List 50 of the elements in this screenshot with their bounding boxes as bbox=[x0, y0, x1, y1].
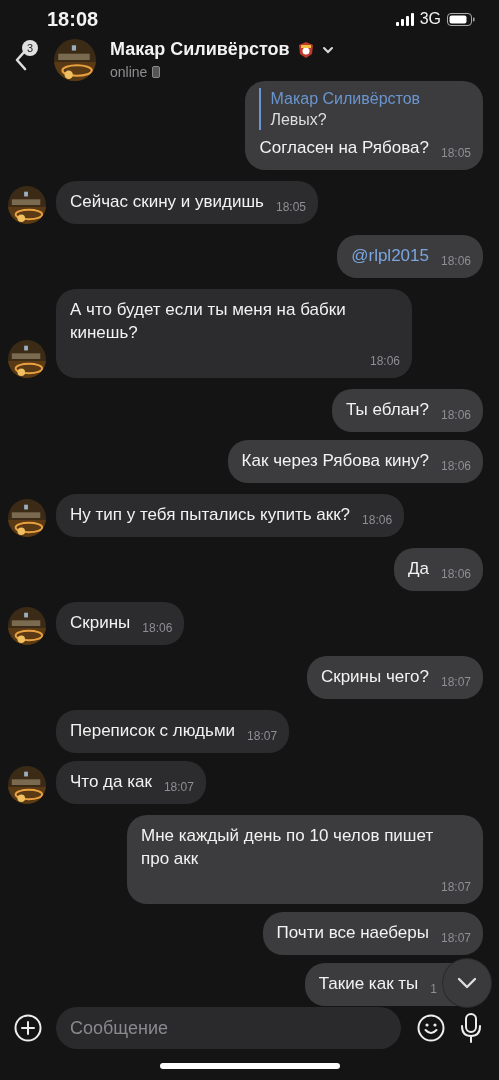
message-text: А что будет если ты меня на бабки кинешь? bbox=[70, 298, 347, 344]
message-time: 18:05 bbox=[275, 198, 306, 216]
message-text: Что да как bbox=[70, 770, 152, 793]
message-text: Как через Рябова кину? bbox=[241, 449, 429, 472]
message-text: Сейчас скину и увидишь bbox=[70, 190, 264, 213]
network-label: 3G bbox=[419, 10, 441, 29]
message-text: Скрины чего? bbox=[320, 665, 429, 688]
message-time: 18:07 bbox=[247, 727, 278, 745]
message-time: 1 bbox=[430, 980, 437, 998]
message-text: Да bbox=[408, 557, 429, 580]
message-time: 18:06 bbox=[369, 352, 400, 370]
phone-icon bbox=[152, 66, 161, 79]
chevron-down-icon bbox=[457, 976, 477, 989]
message-text: Переписок с людьми bbox=[70, 719, 236, 742]
microphone-icon[interactable] bbox=[459, 1013, 483, 1044]
back-button[interactable]: 3 bbox=[10, 39, 40, 80]
message-text: Почти все наеберы bbox=[276, 921, 429, 944]
chevron-down-icon[interactable] bbox=[321, 45, 334, 54]
mention-link[interactable]: @rlpl2015 bbox=[351, 243, 429, 267]
online-status: online bbox=[110, 64, 148, 81]
message-time: 18:07 bbox=[440, 673, 471, 691]
message-time: 18:06 bbox=[440, 457, 471, 475]
unread-badge: 3 bbox=[22, 39, 38, 56]
message-text: Ну тип у тебя пытались купить акк? bbox=[70, 503, 351, 526]
add-attachment-icon[interactable] bbox=[14, 1014, 42, 1043]
quoted-message[interactable]: Макар Силивёрстов Левых? bbox=[259, 87, 471, 130]
message-text: Мне каждый день по 10 челов пишет про акк bbox=[141, 824, 435, 870]
signal-icon bbox=[395, 12, 414, 26]
emoji-icon[interactable] bbox=[417, 1014, 445, 1043]
message-time: 18:07 bbox=[440, 878, 471, 896]
message-time: 18:05 bbox=[440, 144, 471, 162]
message-input[interactable]: Сообщение bbox=[56, 1007, 401, 1050]
message-time: 18:07 bbox=[440, 929, 471, 947]
contact-name[interactable]: Макар Силивёрстов bbox=[110, 39, 290, 61]
quote-author: Макар Силивёрстов bbox=[270, 88, 422, 109]
message-text: Согласен на Рябова? bbox=[259, 136, 429, 159]
message-time: 18:07 bbox=[163, 778, 194, 796]
scroll-down-button[interactable] bbox=[443, 958, 491, 1007]
message-text: Скрины bbox=[70, 611, 131, 634]
message-text: Ты еблан? bbox=[345, 398, 429, 421]
message-time: 18:06 bbox=[440, 406, 471, 424]
status-time: 18:08 bbox=[47, 7, 99, 31]
message-text: Такие как ты bbox=[318, 972, 419, 995]
message-time: 18:06 bbox=[440, 252, 471, 270]
crest-icon bbox=[297, 41, 314, 58]
message-time: 18:06 bbox=[362, 511, 393, 529]
battery-icon bbox=[447, 12, 475, 26]
quote-text: Левых? bbox=[270, 109, 328, 130]
message-time: 18:06 bbox=[142, 619, 173, 637]
message-time: 18:06 bbox=[440, 565, 471, 583]
